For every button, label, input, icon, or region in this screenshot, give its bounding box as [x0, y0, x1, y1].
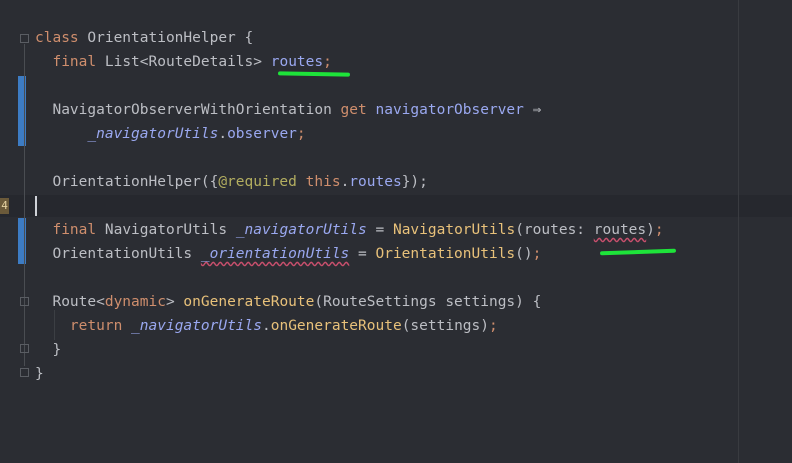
fold-toggle-icon[interactable]	[20, 297, 29, 306]
code-token: observer	[227, 126, 297, 142]
fold-toggle-icon[interactable]	[20, 344, 29, 353]
code-token: navigatorObserver	[375, 102, 524, 118]
code-text: final NavigatorUtils _navigatorUtils = N…	[35, 219, 664, 241]
gutter-badge: 4	[0, 198, 9, 214]
right-margin-guide	[738, 0, 739, 463]
annotation-stroke	[277, 71, 351, 77]
code-token: this	[305, 174, 341, 190]
code-text: Route<dynamic> onGenerateRoute(RouteSett…	[35, 291, 541, 313]
code-text: return _navigatorUtils.onGenerateRoute(s…	[35, 315, 498, 337]
code-text: }	[35, 363, 44, 385]
annotation-stroke	[599, 248, 677, 256]
fold-toggle-icon[interactable]	[20, 368, 29, 377]
fold-guide	[24, 44, 25, 366]
code-token: ;	[532, 246, 542, 262]
code-token: OrientationHelper({	[35, 174, 219, 190]
code-token: ;	[323, 54, 332, 70]
code-token: )	[646, 222, 655, 238]
code-editor[interactable]: 4 class OrientationHelper { final List<R…	[0, 0, 792, 463]
code-token: NavigatorUtils	[96, 222, 236, 238]
code-token: get	[340, 102, 367, 118]
code-token: _navigatorUtils	[235, 222, 367, 238]
code-token: OrientationUtils	[375, 246, 516, 262]
code-text: _navigatorUtils.observer;	[35, 123, 306, 145]
code-token: _navigatorUtils	[131, 318, 262, 334]
code-text: NavigatorObserverWithOrientation get nav…	[35, 99, 541, 121]
code-text: final List<RouteDetails> routes;	[35, 51, 332, 73]
code-text: OrientationHelper({@required this.routes…	[35, 171, 428, 193]
code-text: OrientationUtils _orientationUtils = Ori…	[35, 243, 541, 265]
text-caret	[35, 196, 37, 216]
code-token: ;	[296, 126, 306, 142]
code-token: final	[52, 54, 97, 70]
code-token: routes	[270, 54, 324, 70]
code-token: });	[401, 174, 428, 190]
code-token: =	[366, 222, 393, 238]
code-token: Route<	[35, 294, 105, 310]
code-token: OrientationHelper {	[78, 30, 254, 46]
code-token: return	[69, 318, 123, 334]
code-token: onGenerateRoute	[270, 318, 402, 334]
code-token: =	[349, 246, 376, 262]
code-token: _navigatorUtils	[87, 126, 219, 142]
code-token: ;	[489, 318, 498, 334]
code-token: List<RouteDetails>	[96, 54, 271, 70]
code-text: class OrientationHelper {	[35, 27, 253, 49]
code-token: dynamic	[104, 294, 166, 310]
code-text: }	[35, 339, 61, 361]
current-line-highlight	[0, 195, 792, 217]
code-token: routes	[349, 174, 402, 190]
code-token: routes	[593, 222, 647, 238]
code-token: (routes:	[515, 222, 594, 238]
code-token: final	[52, 222, 97, 238]
code-token: >	[165, 294, 184, 310]
code-token: NavigatorObserverWithOrientation	[35, 102, 341, 118]
code-token: OrientationUtils	[35, 246, 201, 262]
code-token: }	[35, 366, 44, 382]
code-token: .	[218, 126, 228, 142]
fold-toggle-icon[interactable]	[20, 34, 29, 43]
code-token: .	[340, 174, 350, 190]
code-token: ;	[654, 222, 664, 238]
code-token: (settings)	[401, 318, 489, 334]
code-token: ()	[515, 246, 533, 262]
code-token: class	[35, 30, 79, 46]
code-token: }	[35, 342, 62, 358]
code-token: NavigatorUtils	[392, 222, 516, 238]
code-token: @required	[218, 174, 297, 190]
code-token: ⇒	[523, 102, 542, 118]
code-token: onGenerateRoute	[183, 294, 315, 310]
code-token: .	[262, 318, 271, 334]
code-token: (RouteSettings settings) {	[314, 294, 542, 310]
code-token: _orientationUtils	[200, 246, 350, 262]
